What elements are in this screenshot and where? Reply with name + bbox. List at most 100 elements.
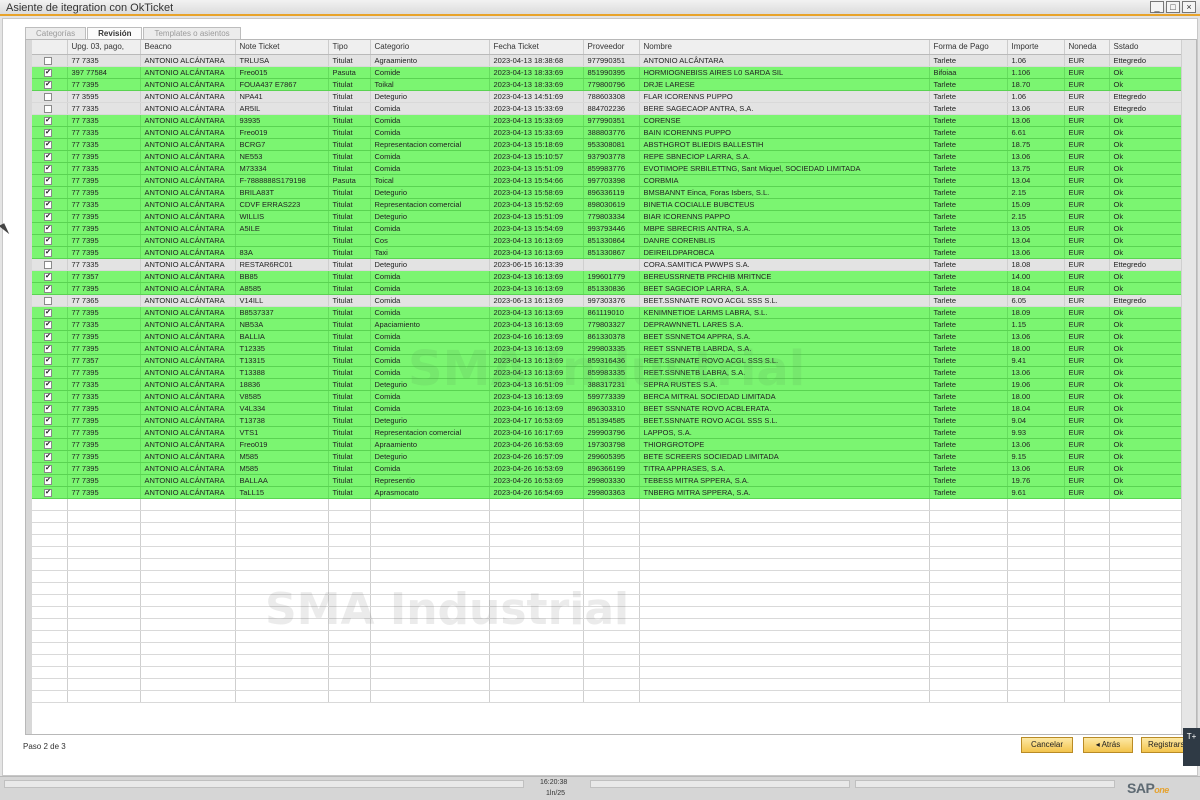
- row-select-cell[interactable]: ✔: [32, 450, 68, 463]
- table-cell[interactable]: Tarlete: [929, 486, 1008, 499]
- table-cell[interactable]: WILLIS: [235, 210, 329, 223]
- table-cell[interactable]: 299803335: [583, 342, 640, 355]
- table-cell[interactable]: 2023-04-13 16:13:69: [489, 366, 584, 379]
- table-cell[interactable]: Titulat: [328, 282, 371, 295]
- table-cell[interactable]: Tarlete: [929, 126, 1008, 139]
- table-cell[interactable]: Ok: [1109, 210, 1185, 223]
- table-cell[interactable]: Titulat: [328, 486, 371, 499]
- table-cell[interactable]: Titulat: [328, 246, 371, 259]
- table-row[interactable]: 77 3595 ANTONIO ALCÁNTARA NPA41 Titulat Dete…: [32, 90, 1185, 103]
- table-cell[interactable]: 2023-04-16 16:17:69: [489, 426, 584, 439]
- table-cell[interactable]: 1.15: [1007, 318, 1065, 331]
- table-cell[interactable]: Ok: [1109, 378, 1185, 391]
- table-cell[interactable]: TRLUSA: [235, 54, 329, 67]
- row-select-cell[interactable]: ✔: [32, 162, 68, 175]
- table-cell[interactable]: Detegurio: [370, 186, 490, 199]
- row-checkbox[interactable]: ✔: [44, 152, 52, 161]
- table-cell[interactable]: 2023-04-13 16:13:69: [489, 282, 584, 295]
- table-row[interactable]: ✔ 77 7395 ANTONIO ALCÁNTARA T12335 Titulat Co…: [32, 342, 1185, 355]
- table-cell[interactable]: 2023-04-13 18:33:69: [489, 66, 584, 79]
- table-cell[interactable]: Titulat: [328, 462, 371, 475]
- table-cell[interactable]: Ok: [1109, 342, 1185, 355]
- minimize-icon[interactable]: _: [1150, 1, 1164, 13]
- table-cell[interactable]: Ok: [1109, 474, 1185, 487]
- column-header[interactable]: Nombre: [639, 40, 930, 55]
- table-cell[interactable]: 18.00: [1007, 342, 1065, 355]
- row-checkbox[interactable]: ✔: [44, 416, 52, 425]
- table-cell[interactable]: 77 7365: [67, 294, 141, 307]
- table-cell[interactable]: Tarlete: [929, 318, 1008, 331]
- table-cell[interactable]: BB85: [235, 270, 329, 283]
- table-cell[interactable]: 299803363: [583, 486, 640, 499]
- table-row[interactable]: 77 7365 ANTONIO ALCÁNTARA V14ILL Titulat Com…: [32, 294, 1185, 307]
- table-cell[interactable]: Titulat: [328, 162, 371, 175]
- table-cell[interactable]: Ok: [1109, 150, 1185, 163]
- table-cell[interactable]: Ok: [1109, 126, 1185, 139]
- row-select-cell[interactable]: [32, 54, 68, 67]
- table-cell[interactable]: Titulat: [328, 90, 371, 103]
- side-widget[interactable]: T+: [1183, 728, 1200, 766]
- table-cell[interactable]: Ok: [1109, 366, 1185, 379]
- table-cell[interactable]: EUR: [1064, 174, 1110, 187]
- table-cell[interactable]: EUR: [1064, 210, 1110, 223]
- table-cell[interactable]: Titulat: [328, 390, 371, 403]
- table-cell[interactable]: EUR: [1064, 330, 1110, 343]
- table-cell[interactable]: Titulat: [328, 306, 371, 319]
- table-cell[interactable]: Tarlete: [929, 390, 1008, 403]
- row-select-cell[interactable]: ✔: [32, 246, 68, 259]
- table-cell[interactable]: AR5IL: [235, 102, 329, 115]
- row-select-cell[interactable]: [32, 90, 68, 103]
- column-header[interactable]: Upg. 03, pago,: [67, 40, 141, 55]
- table-cell[interactable]: EUR: [1064, 78, 1110, 91]
- row-checkbox[interactable]: ✔: [44, 428, 52, 437]
- table-cell[interactable]: Comida: [370, 162, 490, 175]
- table-cell[interactable]: 2023-04-13 15:54:66: [489, 174, 584, 187]
- tab-categorias[interactable]: Categorías: [25, 27, 87, 39]
- table-cell[interactable]: Tarlete: [929, 234, 1008, 247]
- row-checkbox[interactable]: ✔: [44, 464, 52, 473]
- table-cell[interactable]: ANTONIO ALCÁNTARA: [140, 438, 236, 451]
- table-cell[interactable]: Tarlete: [929, 90, 1008, 103]
- table-cell[interactable]: Titulat: [328, 186, 371, 199]
- row-select-cell[interactable]: ✔: [32, 78, 68, 91]
- table-cell[interactable]: Comida: [370, 102, 490, 115]
- table-cell[interactable]: 18.08: [1007, 258, 1065, 271]
- table-cell[interactable]: Ok: [1109, 66, 1185, 79]
- row-checkbox[interactable]: ✔: [44, 440, 52, 449]
- table-cell[interactable]: 2023-04-13 15:33:69: [489, 102, 584, 115]
- table-cell[interactable]: ANTONIO ALCÁNTARA: [140, 366, 236, 379]
- row-checkbox[interactable]: ✔: [44, 164, 52, 173]
- table-row[interactable]: ✔ 77 7395 ANTONIO ALCÁNTARA T13738 Titulat De…: [32, 414, 1185, 427]
- table-cell[interactable]: BEET.SSNNATE ROVO ACGL SSS S.L.: [639, 294, 930, 307]
- row-checkbox[interactable]: ✔: [44, 488, 52, 497]
- row-select-cell[interactable]: ✔: [32, 402, 68, 415]
- table-cell[interactable]: FOUA437 E7867: [235, 78, 329, 91]
- table-row[interactable]: ✔ 77 7395 ANTONIO ALCÁNTARA BALLAA Titulat Re…: [32, 474, 1185, 487]
- table-row[interactable]: ✔ 77 7357 ANTONIO ALCÁNTARA T13315 Titulat Co…: [32, 354, 1185, 367]
- table-cell[interactable]: ANTONIO ALCÁNTARA: [140, 282, 236, 295]
- table-cell[interactable]: Ettegredo: [1109, 102, 1185, 115]
- table-cell[interactable]: 19.76: [1007, 474, 1065, 487]
- table-cell[interactable]: Tarlete: [929, 282, 1008, 295]
- row-select-cell[interactable]: ✔: [32, 306, 68, 319]
- row-checkbox[interactable]: ✔: [44, 68, 52, 77]
- table-cell[interactable]: ANTONIO ALCÁNTARA: [140, 54, 236, 67]
- table-cell[interactable]: ANTONIO ALCÁNTARA: [140, 126, 236, 139]
- table-row[interactable]: ✔ 77 7335 ANTONIO ALCÁNTARA BCRG7 Titulat Rep…: [32, 138, 1185, 151]
- table-row[interactable]: ✔ 77 7395 ANTONIO ALCÁNTARA FOUA437 E7867 Ti…: [32, 78, 1185, 91]
- table-cell[interactable]: 2023-04-13 16:51:09: [489, 378, 584, 391]
- table-cell[interactable]: Comida: [370, 222, 490, 235]
- row-checkbox[interactable]: [44, 260, 52, 269]
- table-cell[interactable]: Titulat: [328, 114, 371, 127]
- table-row[interactable]: ✔ 77 7395 ANTONIO ALCÁNTARA F-7888888S17919…: [32, 174, 1185, 187]
- table-cell[interactable]: BERCA MITRAL SOCIEDAD LIMITADA: [639, 390, 930, 403]
- column-header[interactable]: Fecha Ticket: [489, 40, 584, 55]
- table-cell[interactable]: Comida: [370, 126, 490, 139]
- table-cell[interactable]: EUR: [1064, 354, 1110, 367]
- table-cell[interactable]: EUR: [1064, 162, 1110, 175]
- table-cell[interactable]: EUR: [1064, 198, 1110, 211]
- table-cell[interactable]: 18.09: [1007, 306, 1065, 319]
- column-header[interactable]: Noneda: [1064, 40, 1110, 55]
- table-cell[interactable]: 1.106: [1007, 66, 1065, 79]
- table-cell[interactable]: KENIMNETIOE LARMS LABRA, S.L.: [639, 306, 930, 319]
